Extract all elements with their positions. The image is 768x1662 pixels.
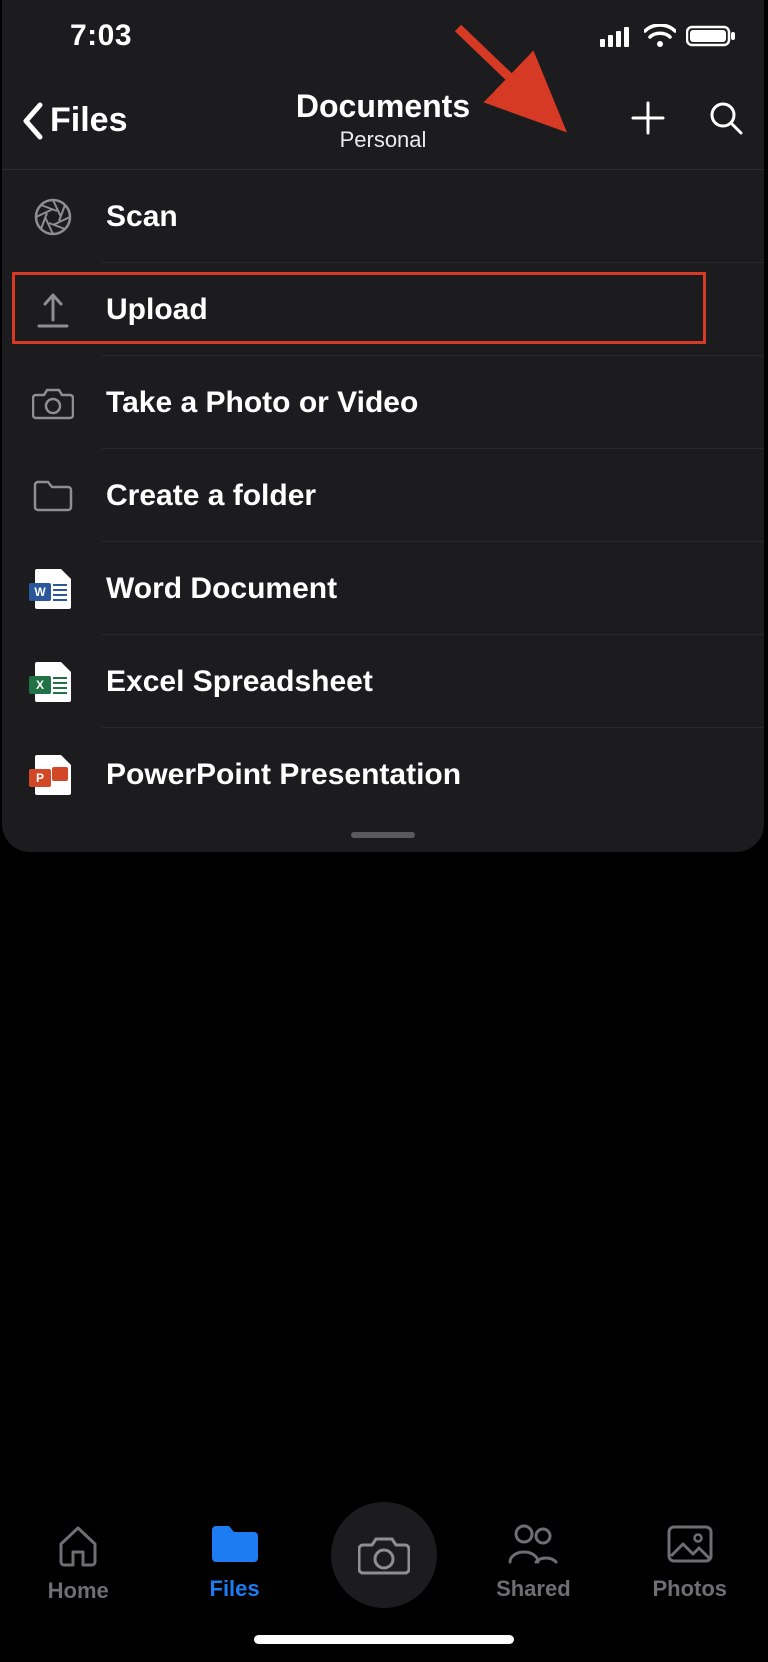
camera-fab[interactable] [331,1502,437,1608]
status-icons [600,24,736,48]
action-sheet-panel: 7:03 Files [2,0,764,852]
tab-photos[interactable]: Photos [630,1522,750,1602]
menu-item-label: Upload [106,293,208,327]
menu-item-folder[interactable]: Create a folder [2,449,764,542]
menu-item-label: PowerPoint Presentation [106,758,461,792]
sheet-grabber[interactable] [351,832,415,838]
menu-item-label: Take a Photo or Video [106,386,418,420]
upload-icon [30,287,76,333]
plus-icon [630,100,666,136]
people-icon [506,1522,560,1566]
menu-item-label: Excel Spreadsheet [106,665,373,699]
search-button[interactable] [708,100,744,141]
aperture-icon [30,194,76,240]
tab-label: Shared [496,1576,571,1602]
menu-item-label: Word Document [106,572,337,606]
tab-shared[interactable]: Shared [473,1522,593,1602]
menu-item-powerpoint[interactable]: P PowerPoint Presentation [2,728,764,821]
camera-icon [358,1533,410,1577]
home-icon [55,1522,101,1568]
chevron-left-icon [20,102,44,140]
status-time: 7:03 [70,19,132,53]
folder-filled-icon [208,1522,262,1566]
home-indicator[interactable] [254,1635,514,1644]
add-button[interactable] [630,100,666,141]
powerpoint-doc-icon: P [30,752,76,798]
status-bar: 7:03 [2,0,764,72]
menu-item-excel[interactable]: X Excel Spreadsheet [2,635,764,728]
menu-item-label: Create a folder [106,479,316,513]
nav-bar: Files Documents Personal [2,72,764,170]
back-label: Files [50,101,127,140]
photo-icon [666,1522,714,1566]
tab-label: Files [210,1576,260,1602]
menu-item-scan[interactable]: Scan [2,170,764,263]
menu-item-upload[interactable]: Upload [2,263,764,356]
camera-icon [30,380,76,426]
add-menu: Scan Upload Take a Photo or Video [2,170,764,821]
tab-home[interactable]: Home [18,1522,138,1604]
menu-item-word[interactable]: W Word Document [2,542,764,635]
wifi-icon [644,24,676,48]
battery-icon [686,24,736,48]
menu-item-photo-video[interactable]: Take a Photo or Video [2,356,764,449]
back-button[interactable]: Files [20,101,127,140]
cellular-icon [600,25,634,47]
tab-label: Home [48,1578,109,1604]
menu-item-label: Scan [106,200,178,234]
tab-label: Photos [652,1576,727,1602]
excel-doc-icon: X [30,659,76,705]
search-icon [708,100,744,136]
word-doc-icon: W [30,566,76,612]
folder-icon [30,473,76,519]
tab-files[interactable]: Files [175,1522,295,1602]
